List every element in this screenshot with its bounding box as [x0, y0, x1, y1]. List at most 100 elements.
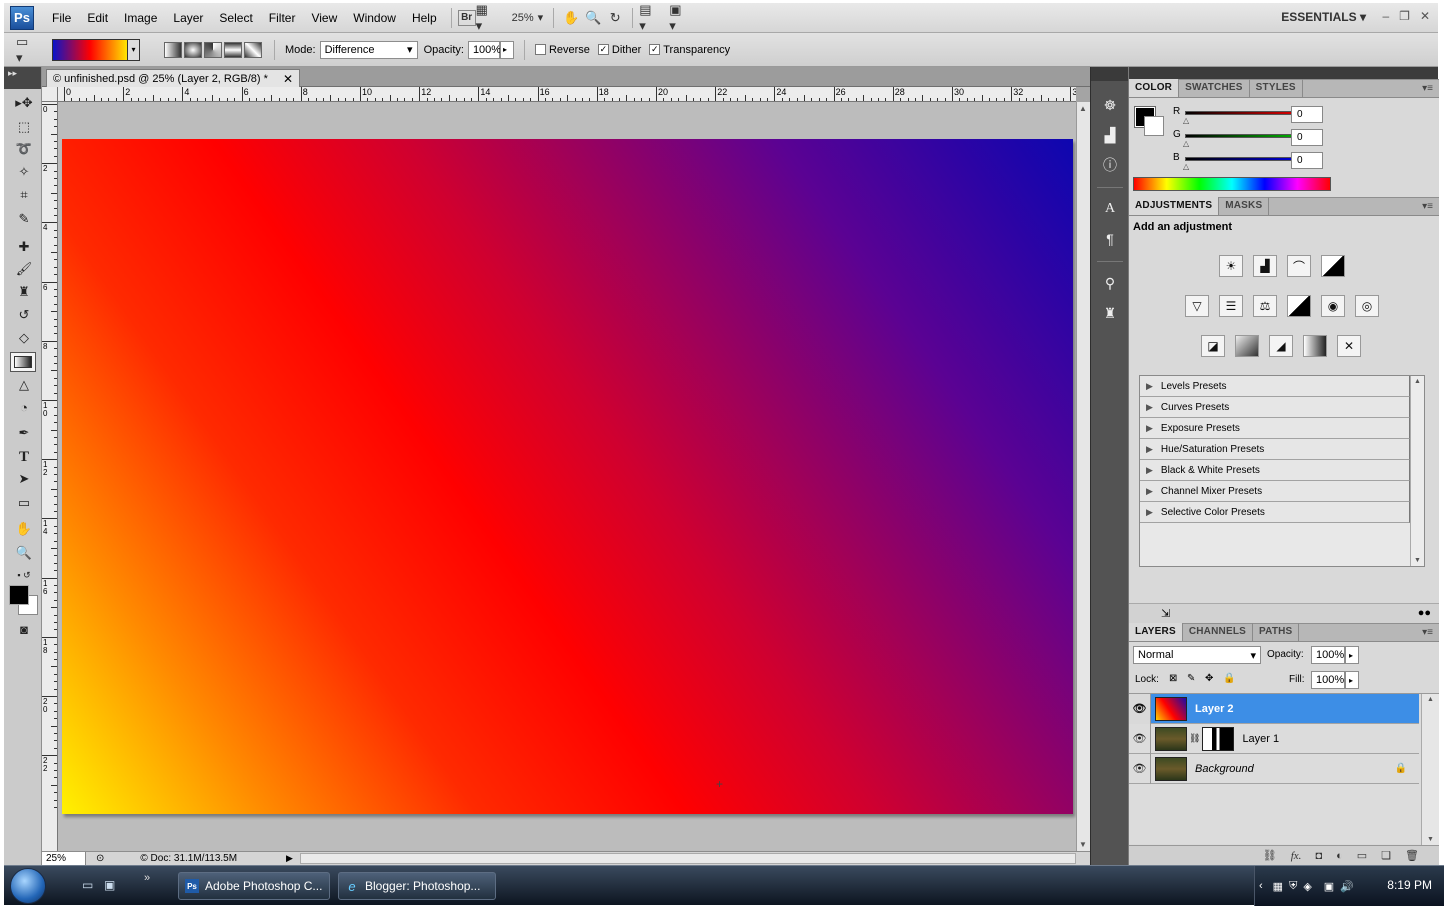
quick-mask-icon[interactable]: ◙: [12, 619, 36, 639]
levels-icon[interactable]: ▟: [1253, 255, 1277, 277]
ruler-origin[interactable]: [42, 87, 58, 102]
blue-slider[interactable]: B △ 0: [1173, 152, 1433, 174]
layer-style-fx-icon[interactable]: fx.: [1291, 850, 1302, 862]
menu-filter[interactable]: Filter: [261, 11, 304, 25]
gradient-picker[interactable]: ▾: [52, 38, 140, 61]
taskbar-app-browser[interactable]: e Blogger: Photoshop...: [338, 872, 496, 900]
character-icon[interactable]: A: [1099, 199, 1121, 219]
vibrance-icon[interactable]: ▽: [1185, 295, 1209, 317]
radial-gradient-button[interactable]: [184, 41, 202, 58]
zoom-level-dropdown[interactable]: 25% ▾: [508, 11, 548, 25]
view-extras-icon[interactable]: ▦ ▾: [476, 2, 498, 33]
pen-tool-icon[interactable]: ✒: [12, 423, 36, 443]
tab-masks[interactable]: MASKS: [1219, 197, 1270, 215]
navigator-icon[interactable]: ☸: [1099, 95, 1121, 115]
opacity-input[interactable]: 100%: [467, 40, 501, 59]
status-zoom-field[interactable]: 25%: [42, 851, 86, 866]
preset-black-white[interactable]: ▶ Black & White Presets: [1140, 460, 1410, 481]
checkmark-icon[interactable]: ✓: [649, 44, 661, 55]
menu-view[interactable]: View: [303, 11, 345, 25]
workspace-switcher[interactable]: ESSENTIALS ▾: [1281, 10, 1366, 24]
scroll-up-icon[interactable]: ▲: [1427, 696, 1434, 703]
clip-to-layer-icon[interactable]: ⇲: [1161, 607, 1170, 620]
tab-adjustments[interactable]: ADJUSTMENTS: [1129, 197, 1220, 215]
background-color-swatch[interactable]: [1144, 116, 1164, 136]
eyedropper-tool-icon[interactable]: ✎: [12, 209, 36, 229]
vertical-ruler[interactable]: 0 2 4 6 8 1 0 1 2 1 4 1 6 1 8 2 0 2 2: [42, 102, 58, 851]
menu-image[interactable]: Image: [116, 11, 165, 25]
path-selection-tool-icon[interactable]: ➤: [12, 469, 36, 489]
menu-file[interactable]: File: [44, 11, 79, 25]
fill-slider-button[interactable]: ▸: [1345, 671, 1359, 689]
rectangle-tool-icon[interactable]: ▭: [12, 493, 36, 513]
zoom-tool-icon[interactable]: 🔍: [12, 543, 36, 563]
brightness-contrast-icon[interactable]: ☀: [1219, 255, 1243, 277]
angle-gradient-button[interactable]: [204, 41, 222, 58]
horizontal-scrollbar[interactable]: [300, 853, 1076, 864]
mode-dropdown[interactable]: Difference ▾: [319, 40, 418, 59]
histogram-icon[interactable]: ▟: [1099, 125, 1121, 145]
tab-styles[interactable]: STYLES: [1250, 79, 1303, 97]
layer-opacity-input[interactable]: 100%: [1311, 646, 1345, 664]
preset-levels[interactable]: ▶ Levels Presets: [1140, 376, 1410, 397]
volume-icon[interactable]: 🔊: [1340, 880, 1354, 893]
slider-thumb-icon[interactable]: △: [1183, 139, 1189, 148]
info-icon[interactable]: ⓘ: [1099, 155, 1121, 175]
opacity-slider-button[interactable]: ▸: [1345, 646, 1359, 664]
adjustment-options-icon[interactable]: ●●: [1418, 607, 1431, 619]
chevron-down-icon[interactable]: ▾: [127, 39, 139, 60]
new-layer-icon[interactable]: ❏: [1381, 849, 1391, 862]
dither-checkbox[interactable]: ✓ Dither: [597, 44, 641, 56]
black-white-icon[interactable]: [1287, 295, 1311, 317]
brushes-icon[interactable]: ⚲: [1099, 273, 1121, 293]
exposure-icon[interactable]: [1321, 255, 1345, 277]
dodge-tool-icon[interactable]: ◔: [12, 397, 36, 417]
tab-color[interactable]: COLOR: [1129, 79, 1180, 97]
tray-expand-icon[interactable]: ‹: [1259, 880, 1263, 892]
menu-layer[interactable]: Layer: [165, 11, 211, 25]
selective-color-icon[interactable]: ✕: [1337, 335, 1361, 357]
lock-position-icon[interactable]: ✥: [1205, 673, 1213, 684]
expand-triangle-icon[interactable]: ▶: [1146, 465, 1153, 476]
panel-menu-icon[interactable]: ▾≡: [1422, 83, 1433, 94]
layer-mask-thumbnail[interactable]: [1202, 726, 1235, 751]
transparency-checkbox[interactable]: ✓ Transparency: [649, 44, 730, 56]
bridge-button[interactable]: Br: [457, 9, 476, 26]
display-icon[interactable]: ▣: [1324, 880, 1334, 893]
visibility-eye-icon[interactable]: 👁: [1129, 753, 1151, 784]
tools-panel-header[interactable]: ▸▸: [4, 67, 41, 89]
arrange-documents-icon[interactable]: ▤ ▾: [639, 2, 661, 33]
expand-triangle-icon[interactable]: ▶: [1146, 444, 1153, 455]
menu-help[interactable]: Help: [404, 11, 445, 25]
close-icon[interactable]: ✕: [1420, 9, 1430, 23]
presets-scrollbar[interactable]: ▲ ▼: [1410, 376, 1424, 566]
clone-source-icon[interactable]: ♜: [1099, 303, 1121, 323]
history-brush-tool-icon[interactable]: ↺: [12, 305, 36, 325]
photo-filter-icon[interactable]: ◉: [1321, 295, 1345, 317]
type-tool-icon[interactable]: T: [12, 447, 36, 467]
clock[interactable]: 8:19 PM: [1387, 878, 1432, 892]
invert-icon[interactable]: ◪: [1201, 335, 1225, 357]
hue-saturation-icon[interactable]: ☰: [1219, 295, 1243, 317]
zoom-tool-icon[interactable]: 🔍: [582, 8, 604, 28]
scroll-up-icon[interactable]: ▲: [1414, 378, 1421, 385]
vertical-scrollbar[interactable]: ▲ ▼: [1076, 102, 1090, 851]
lock-transparent-icon[interactable]: ⊠: [1169, 673, 1177, 684]
close-tab-icon[interactable]: ✕: [283, 72, 293, 86]
trash-icon[interactable]: 🗑: [1405, 849, 1419, 862]
marquee-tool-icon[interactable]: ⬚: [12, 117, 36, 137]
layer-row-layer-1[interactable]: 👁 ⛓ Layer 1: [1129, 723, 1419, 754]
gradient-tool-icon[interactable]: [10, 352, 36, 372]
menu-select[interactable]: Select: [211, 11, 260, 25]
scroll-down-icon[interactable]: ▼: [1079, 840, 1087, 849]
scroll-down-icon[interactable]: ▼: [1427, 836, 1434, 843]
tab-layers[interactable]: LAYERS: [1129, 623, 1183, 641]
panels-header[interactable]: [1129, 67, 1438, 79]
blur-tool-icon[interactable]: △: [12, 375, 36, 395]
layer-name[interactable]: Background: [1195, 763, 1254, 775]
reflected-gradient-button[interactable]: [224, 41, 242, 58]
show-desktop-icon[interactable]: ▭: [82, 878, 93, 892]
status-menu-arrow-icon[interactable]: ▶: [286, 853, 293, 864]
menu-edit[interactable]: Edit: [79, 11, 116, 25]
photoshop-logo[interactable]: Ps: [10, 5, 34, 30]
